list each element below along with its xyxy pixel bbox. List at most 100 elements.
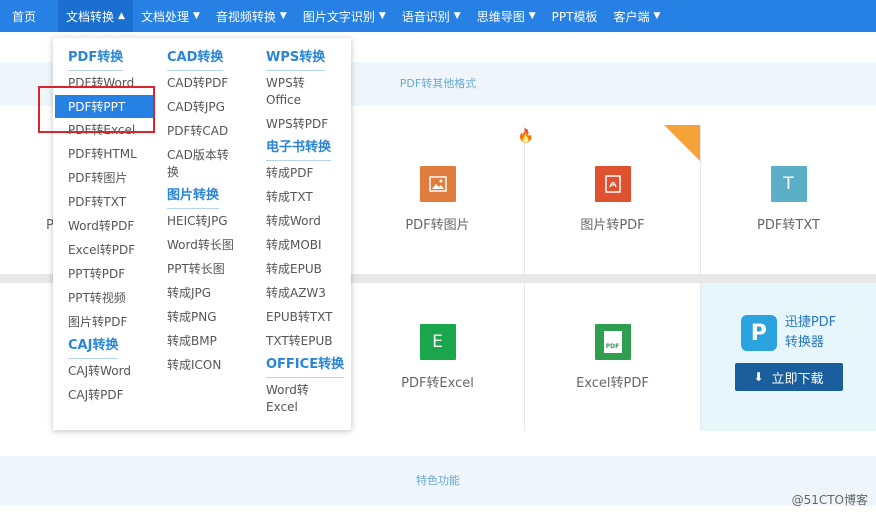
txt-icon-letter: T	[783, 174, 794, 194]
dropdown-col-wps: WPS转换 WPS转Office WPS转PDF 电子书转换 转成PDF 转成T…	[266, 46, 348, 419]
tool-card-pdf-to-txt-label: PDF转TXT	[757, 218, 820, 233]
app-logo-letter: P	[750, 320, 767, 346]
menu-item-wps-to-office[interactable]: WPS转Office	[266, 71, 334, 112]
nav-doc-convert-label: 文档转换	[66, 9, 115, 24]
nav-mindmap[interactable]: 思维导图 ▼	[469, 0, 544, 32]
menu-item-pdf-to-excel[interactable]: PDF转Excel	[68, 118, 168, 142]
menu-item-pdf-to-html[interactable]: PDF转HTML	[68, 142, 168, 166]
menu-item-ebook-to-epub[interactable]: 转成EPUB	[266, 257, 348, 281]
promo-subtitle: 转换器	[784, 335, 824, 350]
menu-item-pdf-to-cad[interactable]: PDF转CAD	[167, 119, 257, 143]
menu-item-caj-to-pdf[interactable]: CAJ转PDF	[68, 383, 168, 407]
download-icon: ⬇	[753, 370, 764, 384]
menu-item-word-to-excel[interactable]: Word转Excel	[266, 378, 334, 419]
caret-down-icon: ▼	[528, 11, 536, 21]
menu-item-heic-to-jpg[interactable]: HEIC转JPG	[167, 209, 257, 233]
tool-card-pdf-to-excel[interactable]: E PDF转Excel	[351, 283, 524, 431]
menu-item-ebook-to-word[interactable]: 转成Word	[266, 209, 348, 233]
nav-speech-label: 语音识别	[401, 9, 450, 24]
tool-card-pdf-to-excel-label: PDF转Excel	[401, 375, 474, 391]
menu-item-wps-to-pdf[interactable]: WPS转PDF	[266, 112, 348, 136]
menu-item-ppt-to-long-image[interactable]: PPT转长图	[167, 257, 257, 281]
app-logo-icon: P	[740, 315, 777, 351]
menu-item-txt-to-epub[interactable]: TXT转EPUB	[266, 329, 348, 353]
caret-down-icon: ▼	[453, 11, 461, 21]
nav-ppt-templates[interactable]: PPT模板	[544, 0, 606, 32]
nav-doc-convert[interactable]: 文档转换 ▲	[58, 0, 133, 32]
menu-item-cad-version[interactable]: CAD版本转换	[167, 143, 235, 184]
menu-item-to-jpg[interactable]: 转成JPG	[167, 281, 257, 305]
tool-card-excel-to-pdf-label: Excel转PDF	[576, 375, 649, 391]
excel-icon-letter: E	[432, 331, 443, 352]
nav-ppt-templates-label: PPT模板	[551, 9, 598, 24]
watermark: @51CTO博客	[791, 493, 868, 507]
group-title-office: OFFICE转换	[266, 356, 345, 378]
menu-item-cad-to-pdf[interactable]: CAD转PDF	[167, 71, 257, 95]
tool-card-pdf-to-image-label: PDF转图片	[405, 218, 470, 233]
menu-item-pdf-to-image[interactable]: PDF转图片	[68, 166, 168, 190]
menu-item-cad-to-jpg[interactable]: CAD转JPG	[167, 95, 257, 119]
flame-icon: 🔥	[517, 129, 534, 144]
caret-down-icon: ▼	[279, 11, 287, 21]
nav-mindmap-label: 思维导图	[476, 9, 525, 24]
caret-up-icon: ▲	[118, 11, 125, 21]
hot-badge	[664, 125, 700, 161]
caret-down-icon: ▼	[653, 11, 661, 21]
group-title-ebook: 电子书转换	[266, 139, 332, 161]
tool-card-pdf-to-image[interactable]: PDF转图片	[351, 125, 524, 274]
menu-item-excel-to-pdf[interactable]: Excel转PDF	[68, 238, 168, 262]
txt-file-icon: T	[770, 166, 807, 202]
nav-home-label: 首页	[12, 9, 37, 24]
tool-card-image-to-pdf[interactable]: 🔥 图片转PDF	[518, 125, 700, 274]
nav-client[interactable]: 客户端 ▼	[605, 0, 668, 32]
caret-down-icon: ▼	[378, 11, 386, 21]
menu-item-to-icon[interactable]: 转成ICON	[167, 353, 257, 377]
nav-client-label: 客户端	[613, 9, 650, 24]
image-file-icon	[419, 166, 456, 202]
menu-item-word-to-long-image[interactable]: Word转长图	[167, 233, 257, 257]
doc-convert-dropdown: PDF转换 PDF转Word PDF转PPT PDF转Excel PDF转HTM…	[53, 38, 351, 430]
menu-item-epub-to-txt[interactable]: EPUB转TXT	[266, 305, 348, 329]
menu-item-ppt-to-video[interactable]: PPT转视频	[68, 286, 168, 310]
tool-card-pdf-to-txt[interactable]: T PDF转TXT	[701, 125, 876, 274]
nav-home[interactable]: 首页	[0, 0, 58, 32]
menu-item-to-png[interactable]: 转成PNG	[167, 305, 257, 329]
caret-down-icon: ▼	[192, 11, 200, 21]
menu-item-image-to-pdf[interactable]: 图片转PDF	[68, 310, 168, 334]
pdf-file-icon	[594, 166, 631, 202]
menu-item-ebook-to-azw3[interactable]: 转成AZW3	[266, 281, 348, 305]
menu-item-ebook-to-txt[interactable]: 转成TXT	[266, 185, 348, 209]
nav-doc-process-label: 文档处理	[140, 9, 189, 24]
excel-pdf-icon: PDF	[594, 323, 631, 360]
menu-item-caj-to-word[interactable]: CAJ转Word	[68, 359, 168, 383]
menu-item-ebook-to-pdf[interactable]: 转成PDF	[266, 161, 348, 185]
nav-speech[interactable]: 语音识别 ▼	[394, 0, 469, 32]
dropdown-col-cad: CAD转换 CAD转PDF CAD转JPG PDF转CAD CAD版本转换 图片…	[167, 46, 257, 377]
nav-ocr[interactable]: 图片文字识别 ▼	[295, 0, 394, 32]
menu-item-word-to-pdf[interactable]: Word转PDF	[68, 214, 168, 238]
excel-pdf-icon-page: PDF	[603, 330, 622, 353]
download-promo: P 迅捷PDF 转换器	[740, 313, 837, 353]
menu-item-ppt-to-pdf[interactable]: PPT转PDF	[68, 262, 168, 286]
menu-item-ebook-to-mobi[interactable]: 转成MOBI	[266, 233, 348, 257]
group-title-pdf: PDF转换	[68, 49, 124, 71]
group-title-wps: WPS转换	[266, 49, 326, 71]
download-promo-card: P 迅捷PDF 转换器 ⬇ 立即下载	[701, 283, 876, 431]
promo-title: 迅捷PDF	[784, 315, 837, 330]
excel-file-icon: E	[419, 323, 456, 360]
menu-item-pdf-to-ppt[interactable]: PDF转PPT	[55, 95, 155, 118]
menu-item-pdf-to-txt[interactable]: PDF转TXT	[68, 190, 168, 214]
top-nav: 首页 文档转换 ▲ 文档处理 ▼ 音视频转换 ▼ 图片文字识别 ▼ 语音识别 ▼ 思维导图…	[0, 0, 876, 32]
nav-av-convert[interactable]: 音视频转换 ▼	[208, 0, 295, 32]
menu-item-to-bmp[interactable]: 转成BMP	[167, 329, 257, 353]
section-title-features: 特色功能	[416, 474, 460, 487]
group-title-image: 图片转换	[167, 187, 220, 209]
group-title-cad: CAD转换	[167, 49, 224, 71]
tool-card-excel-to-pdf[interactable]: PDF Excel转PDF	[525, 283, 700, 431]
download-button[interactable]: ⬇ 立即下载	[734, 363, 843, 391]
tool-card-image-to-pdf-label: 图片转PDF	[580, 218, 645, 233]
menu-item-pdf-to-word[interactable]: PDF转Word	[68, 71, 168, 95]
nav-doc-process[interactable]: 文档处理 ▼	[133, 0, 208, 32]
nav-ocr-label: 图片文字识别	[302, 9, 375, 24]
section-band-features: 特色功能	[0, 456, 876, 506]
